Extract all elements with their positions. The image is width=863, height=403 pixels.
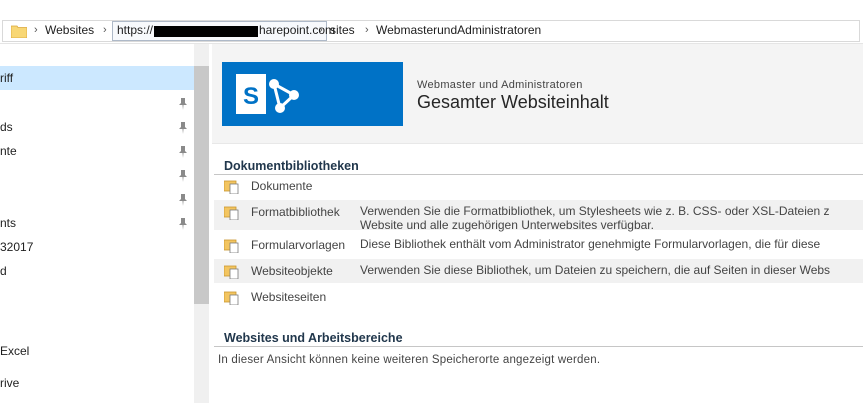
crumb-site-folder[interactable]: WebmasterundAdministratoren — [376, 23, 541, 37]
section-heading-libraries: Dokumentbibliotheken — [224, 159, 359, 173]
page-title: Gesamter Websiteinhalt — [417, 92, 609, 112]
library-description: Verwenden Sie die Formatbibliothek, um S… — [360, 204, 830, 218]
list-item[interactable]: Websiteobjekte Verwenden Sie diese Bibli… — [214, 259, 863, 283]
list-item[interactable]: Websiteseiten — [214, 285, 863, 309]
scrollbar-thumb[interactable] — [194, 66, 209, 304]
library-name[interactable]: Websiteseiten — [251, 290, 326, 304]
section-divider — [214, 346, 863, 347]
chevron-right-icon: › — [103, 24, 107, 36]
library-description: Diese Bibliothek enthält vom Administrat… — [360, 237, 821, 251]
pin-icon — [179, 98, 187, 110]
breadcrumb[interactable]: › Websites › https:// harepoint.com › si… — [2, 20, 860, 42]
library-name[interactable]: Dokumente — [251, 179, 312, 193]
library-name[interactable]: Websiteobjekte — [251, 264, 333, 278]
sidebar-item-3[interactable]: nte — [0, 144, 17, 158]
sidebar-item-10[interactable]: rive — [0, 376, 19, 390]
folder-icon — [11, 25, 27, 38]
library-name[interactable]: Formularvorlagen — [251, 238, 345, 252]
list-item[interactable]: Formatbibliothek Verwenden Sie die Forma… — [214, 200, 863, 232]
main-content: S Webmaster und Administratoren Gesamter… — [212, 44, 863, 403]
chevron-right-icon: › — [365, 24, 369, 36]
pin-icon — [179, 146, 187, 158]
sidebar-item-8[interactable]: d — [0, 264, 7, 278]
crumb-url-domain: harepoint.com — [259, 23, 336, 37]
sidebar-selection — [0, 66, 194, 90]
crumb-sites[interactable]: sites — [330, 23, 355, 37]
sidebar-item-9[interactable]: Excel — [0, 344, 29, 358]
chevron-right-icon: › — [319, 24, 323, 36]
pin-icon — [179, 170, 187, 182]
pin-icon — [179, 218, 187, 230]
navigation-pane: riff ds nte nts 32017 d Excel rive — [0, 44, 209, 403]
document-library-icon — [224, 265, 239, 279]
section-heading-websites: Websites und Arbeitsbereiche — [224, 331, 403, 345]
sharepoint-logo[interactable]: S — [222, 62, 403, 126]
document-library-icon — [224, 239, 239, 253]
sidebar-item-6[interactable]: nts — [0, 216, 16, 230]
sidebar-item-0[interactable]: riff — [0, 71, 13, 85]
site-subtitle[interactable]: Webmaster und Administratoren — [417, 79, 583, 91]
sidebar-item-2[interactable]: ds — [0, 120, 13, 134]
crumb-websites[interactable]: Websites — [45, 23, 94, 37]
library-name[interactable]: Formatbibliothek — [251, 205, 340, 219]
site-header: S Webmaster und Administratoren Gesamter… — [212, 44, 863, 144]
chevron-right-icon: › — [34, 24, 38, 36]
list-item[interactable]: Dokumente — [214, 174, 863, 198]
sidebar-item-7[interactable]: 32017 — [0, 240, 33, 254]
pin-icon — [179, 122, 187, 134]
empty-message: In dieser Ansicht können keine weiteren … — [218, 354, 601, 366]
document-library-icon — [224, 180, 239, 194]
library-description: Verwenden Sie diese Bibliothek, um Datei… — [360, 263, 831, 277]
document-library-icon — [224, 206, 239, 220]
redaction-bar — [154, 26, 258, 37]
logo-letter: S — [243, 83, 259, 110]
sharepoint-icon: S — [236, 74, 299, 114]
document-library-icon — [224, 291, 239, 305]
crumb-url-scheme: https:// — [117, 23, 154, 37]
list-item[interactable]: Formularvorlagen Diese Bibliothek enthäl… — [214, 233, 863, 257]
pin-icon — [179, 194, 187, 206]
address-bar: › Websites › https:// harepoint.com › si… — [0, 0, 863, 44]
library-description-line2: Website und alle zugehörigen Unterwebsit… — [360, 218, 654, 232]
